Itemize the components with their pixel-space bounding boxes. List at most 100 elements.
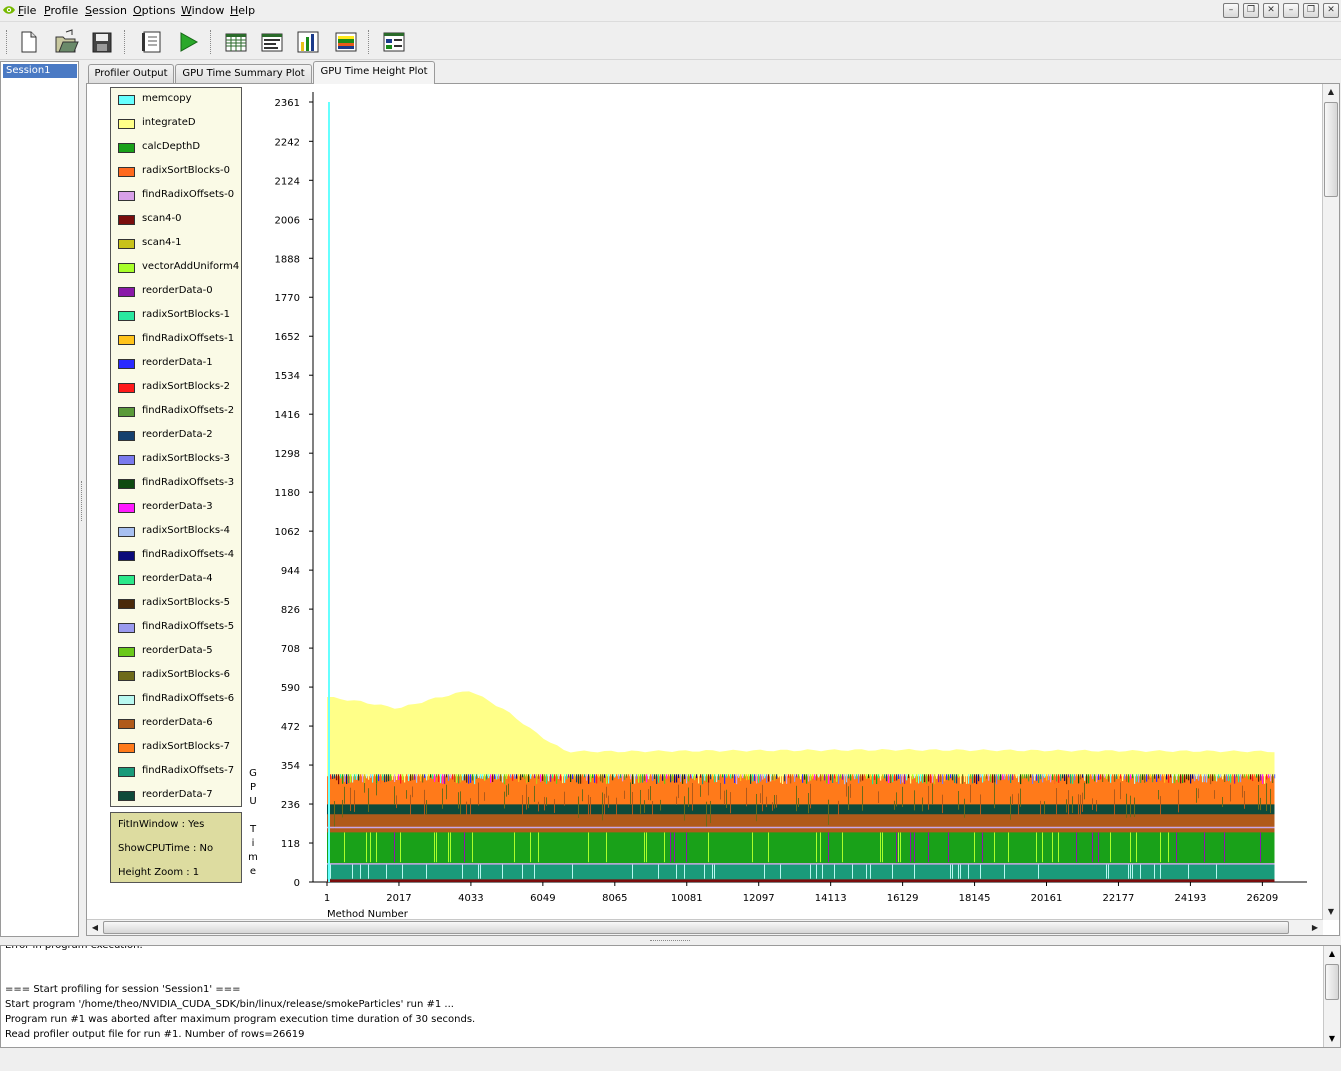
method-stripe	[874, 774, 876, 780]
restore-icon: ❐	[1306, 5, 1316, 15]
y-tick-label: 1298	[275, 449, 300, 460]
method-stripe	[1256, 774, 1258, 778]
scroll-up-arrow-icon[interactable]: ▲	[1325, 947, 1339, 961]
scroll-down-arrow-icon[interactable]: ▼	[1325, 1032, 1339, 1046]
method-stripe	[1086, 774, 1088, 784]
save-session-button[interactable]	[88, 28, 116, 56]
session-tree-item[interactable]: Session1	[3, 64, 77, 78]
method-stripe	[702, 774, 704, 785]
minimize-button[interactable]: –	[1283, 3, 1299, 18]
restore-button[interactable]: ❐	[1243, 3, 1259, 18]
scroll-thumb[interactable]	[1324, 102, 1338, 197]
method-stripe	[706, 774, 708, 782]
scroll-down-arrow-icon[interactable]: ▼	[1324, 905, 1338, 919]
scroll-thumb[interactable]	[1325, 964, 1339, 1000]
method-stripe	[712, 863, 713, 879]
vertical-splitter[interactable]	[80, 61, 84, 937]
method-stripe	[616, 797, 617, 821]
method-stripe	[1122, 774, 1124, 782]
scroll-thumb[interactable]	[103, 921, 1289, 934]
method-stripe	[344, 774, 346, 782]
scroll-right-arrow-icon[interactable]: ▶	[1308, 921, 1322, 935]
method-stripe	[968, 863, 969, 879]
menu-help[interactable]: Help	[230, 4, 255, 17]
method-stripe	[1040, 774, 1042, 780]
menu-session[interactable]: Session	[85, 4, 127, 17]
menu-profile[interactable]: Profile	[44, 4, 78, 17]
menu-file[interactable]: File	[18, 4, 36, 17]
method-stripe	[728, 774, 730, 781]
method-stripe	[500, 774, 502, 782]
method-stripe	[386, 863, 387, 879]
method-stripe	[572, 774, 574, 780]
method-stripe	[1144, 774, 1146, 783]
method-stripe	[772, 802, 773, 811]
method-stripe	[546, 774, 548, 784]
method-stripe	[1092, 774, 1094, 780]
plot-vertical-scrollbar[interactable]: ▲ ▼	[1322, 84, 1339, 920]
method-stripe	[1092, 832, 1093, 863]
method-stripe	[616, 774, 618, 778]
method-stripe	[1120, 782, 1121, 800]
method-stripe	[1154, 774, 1156, 779]
session-settings-button[interactable]	[138, 28, 166, 56]
method-stripe	[460, 774, 462, 783]
restore-button[interactable]: ❐	[1303, 3, 1319, 18]
log-vertical-scrollbar[interactable]: ▲ ▼	[1323, 946, 1340, 1047]
table-view-button[interactable]	[222, 28, 250, 56]
method-stripe	[1220, 774, 1222, 778]
method-stripe	[1164, 774, 1166, 783]
method-stripe	[1014, 774, 1016, 783]
summary-table-button[interactable]	[258, 28, 286, 56]
method-stripe	[760, 774, 762, 782]
scroll-left-arrow-icon[interactable]: ◀	[88, 921, 102, 935]
method-stripe	[1090, 774, 1092, 780]
method-stripe	[1250, 774, 1252, 780]
session-settings-icon	[142, 31, 161, 53]
method-stripe	[692, 782, 693, 811]
method-stripe	[410, 774, 412, 781]
method-stripe	[1078, 774, 1080, 784]
method-stripe	[974, 832, 975, 863]
method-stripe	[522, 863, 523, 879]
device-info-button[interactable]	[380, 28, 408, 56]
method-stripe	[760, 793, 761, 804]
menu-options[interactable]: Options	[133, 4, 175, 17]
height-plot-button[interactable]	[332, 28, 360, 56]
method-stripe	[1194, 774, 1196, 782]
start-profiling-button[interactable]	[174, 28, 202, 56]
method-stripe	[638, 774, 640, 783]
method-stripe	[1036, 774, 1038, 781]
method-stripe	[1020, 774, 1022, 785]
method-stripe	[1204, 832, 1205, 863]
method-stripe	[514, 832, 515, 863]
menu-window[interactable]: Window	[181, 4, 224, 17]
method-stripe	[630, 774, 632, 780]
summary-plot-button[interactable]	[294, 28, 322, 56]
open-session-button[interactable]	[52, 28, 80, 56]
method-stripe	[338, 774, 340, 785]
method-stripe	[504, 774, 506, 785]
horizontal-splitter[interactable]	[0, 937, 1341, 945]
minimize-button[interactable]: –	[1223, 3, 1239, 18]
method-stripe	[440, 774, 442, 784]
tab-gpu-time-summary-plot[interactable]: GPU Time Summary Plot	[175, 64, 312, 83]
method-stripe	[640, 789, 641, 814]
y-tick-label: 472	[281, 722, 300, 733]
scroll-up-arrow-icon[interactable]: ▲	[1324, 85, 1338, 99]
tab-bar: Profiler Output GPU Time Summary Plot GP…	[86, 61, 1340, 84]
y-tick-label: 236	[281, 800, 300, 811]
x-tick-label: 12097	[743, 893, 775, 904]
tab-profiler-output[interactable]: Profiler Output	[88, 64, 174, 83]
method-stripe	[496, 774, 498, 780]
method-stripe	[512, 774, 514, 781]
method-stripe	[994, 782, 995, 809]
close-button[interactable]: ✕	[1263, 3, 1279, 18]
method-stripe	[544, 774, 546, 783]
plot-horizontal-scrollbar[interactable]: ◀ ▶	[87, 919, 1323, 935]
close-button[interactable]: ✕	[1323, 3, 1339, 18]
method-stripe	[980, 774, 982, 778]
tab-gpu-time-height-plot[interactable]: GPU Time Height Plot	[313, 61, 435, 84]
new-session-button[interactable]	[14, 28, 42, 56]
method-stripe	[1130, 863, 1131, 879]
